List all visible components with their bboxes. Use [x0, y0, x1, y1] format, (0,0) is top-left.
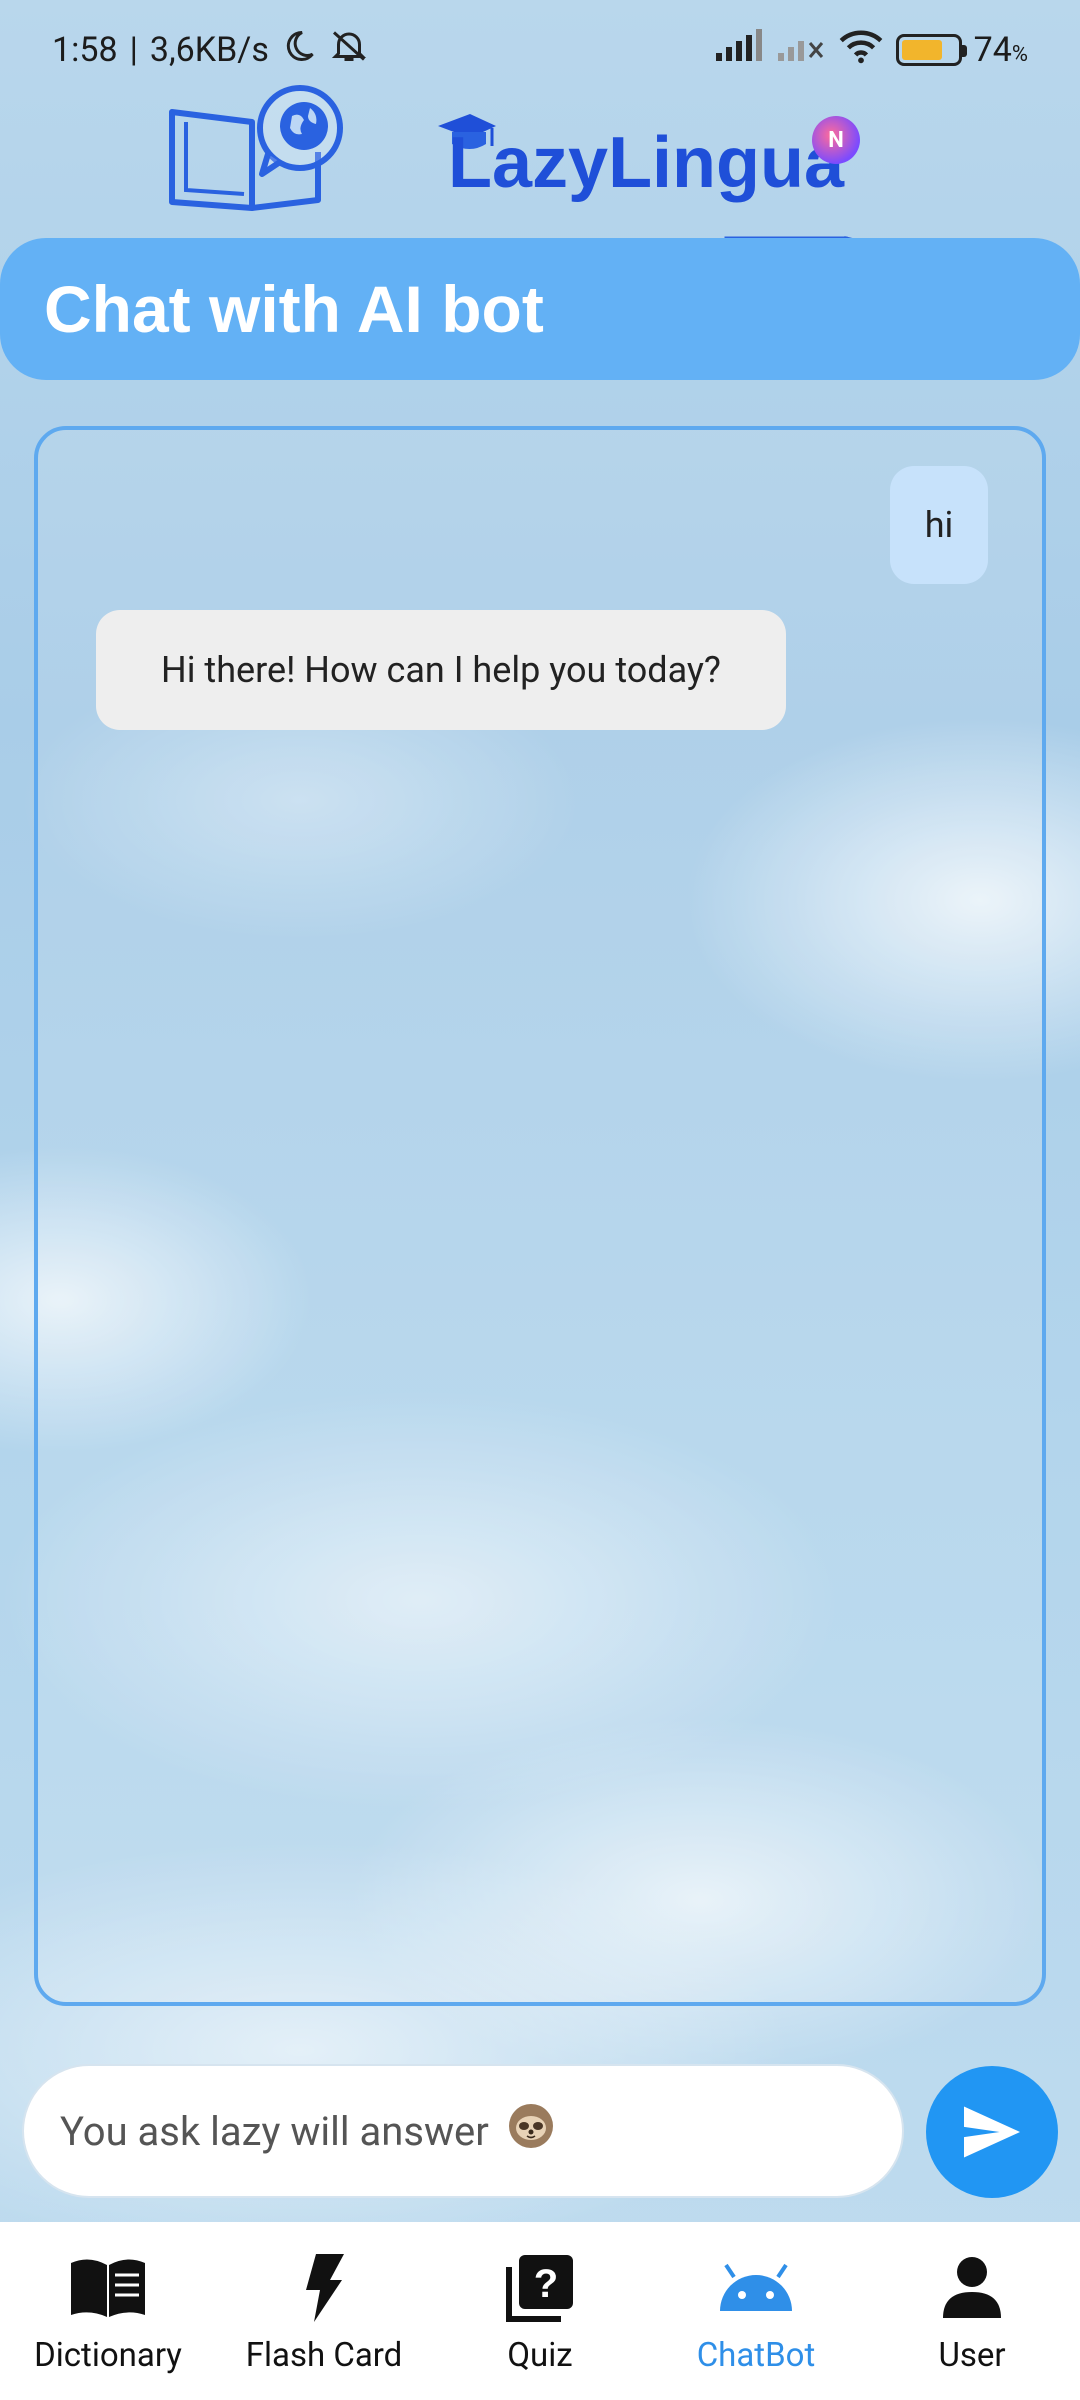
user-message-bubble: hi	[890, 466, 988, 584]
app-header: LazyLingua N	[0, 80, 1080, 252]
quiz-icon: ?	[500, 2248, 580, 2328]
nav-item-flash-card[interactable]: Flash Card	[216, 2222, 432, 2400]
battery-percent: 74%	[974, 30, 1028, 70]
brand-logo: LazyLingua N	[438, 110, 880, 252]
moon-icon	[281, 28, 317, 73]
bot-message-bubble: Hi there! How can I help you today?	[96, 610, 786, 730]
signal-icon	[714, 28, 764, 72]
nav-label-user: User	[938, 2335, 1006, 2375]
nav-label-flash-card: Flash Card	[245, 2335, 403, 2375]
nav-item-chatbot[interactable]: ChatBot	[648, 2222, 864, 2400]
status-separator: |	[129, 30, 138, 70]
battery-percent-symbol: %	[1011, 42, 1028, 67]
nav-item-dictionary[interactable]: Dictionary	[0, 2222, 216, 2400]
nav-item-user[interactable]: User	[864, 2222, 1080, 2400]
brand-badge-icon: N	[812, 116, 860, 164]
page-title: Chat with AI bot	[44, 272, 544, 346]
book-icon	[68, 2248, 148, 2328]
sloth-icon	[505, 2100, 557, 2162]
nav-label-quiz: Quiz	[507, 2335, 573, 2375]
bottom-nav: Dictionary Flash Card ? Quiz ChatBot Use…	[0, 2222, 1080, 2400]
book-globe-logo	[169, 85, 343, 211]
nav-label-chatbot: ChatBot	[696, 2335, 816, 2375]
brand-name: LazyLingua	[448, 123, 845, 203]
nav-item-quiz[interactable]: ? Quiz	[432, 2222, 648, 2400]
notification-muted-icon	[329, 28, 369, 73]
nav-label-dictionary: Dictionary	[34, 2335, 182, 2375]
flash-icon	[284, 2248, 364, 2328]
android-icon	[716, 2248, 796, 2328]
status-left: 1:58 | 3,6KB/s	[52, 28, 369, 73]
battery-icon	[895, 34, 967, 66]
svg-text:?: ?	[534, 2262, 558, 2306]
person-icon	[932, 2248, 1012, 2328]
status-right: 74%	[714, 28, 1028, 73]
chat-input[interactable]: You ask lazy will answer	[22, 2064, 904, 2198]
battery-level	[901, 40, 942, 60]
send-icon	[964, 2106, 1020, 2158]
battery-percent-value: 74	[973, 30, 1012, 70]
status-speed: 3,6KB/s	[149, 30, 269, 70]
send-button[interactable]	[926, 2066, 1058, 2198]
title-banner: Chat with AI bot	[0, 238, 1080, 380]
status-time: 1:58	[52, 30, 118, 70]
chat-panel[interactable]: hi Hi there! How can I help you today?	[34, 426, 1046, 2006]
chat-input-placeholder: You ask lazy will answer	[60, 2107, 489, 2155]
bot-message-text: Hi there! How can I help you today?	[161, 649, 721, 691]
wifi-icon	[838, 28, 884, 73]
signal-no-service-icon	[776, 29, 826, 72]
user-message-text: hi	[924, 504, 954, 546]
